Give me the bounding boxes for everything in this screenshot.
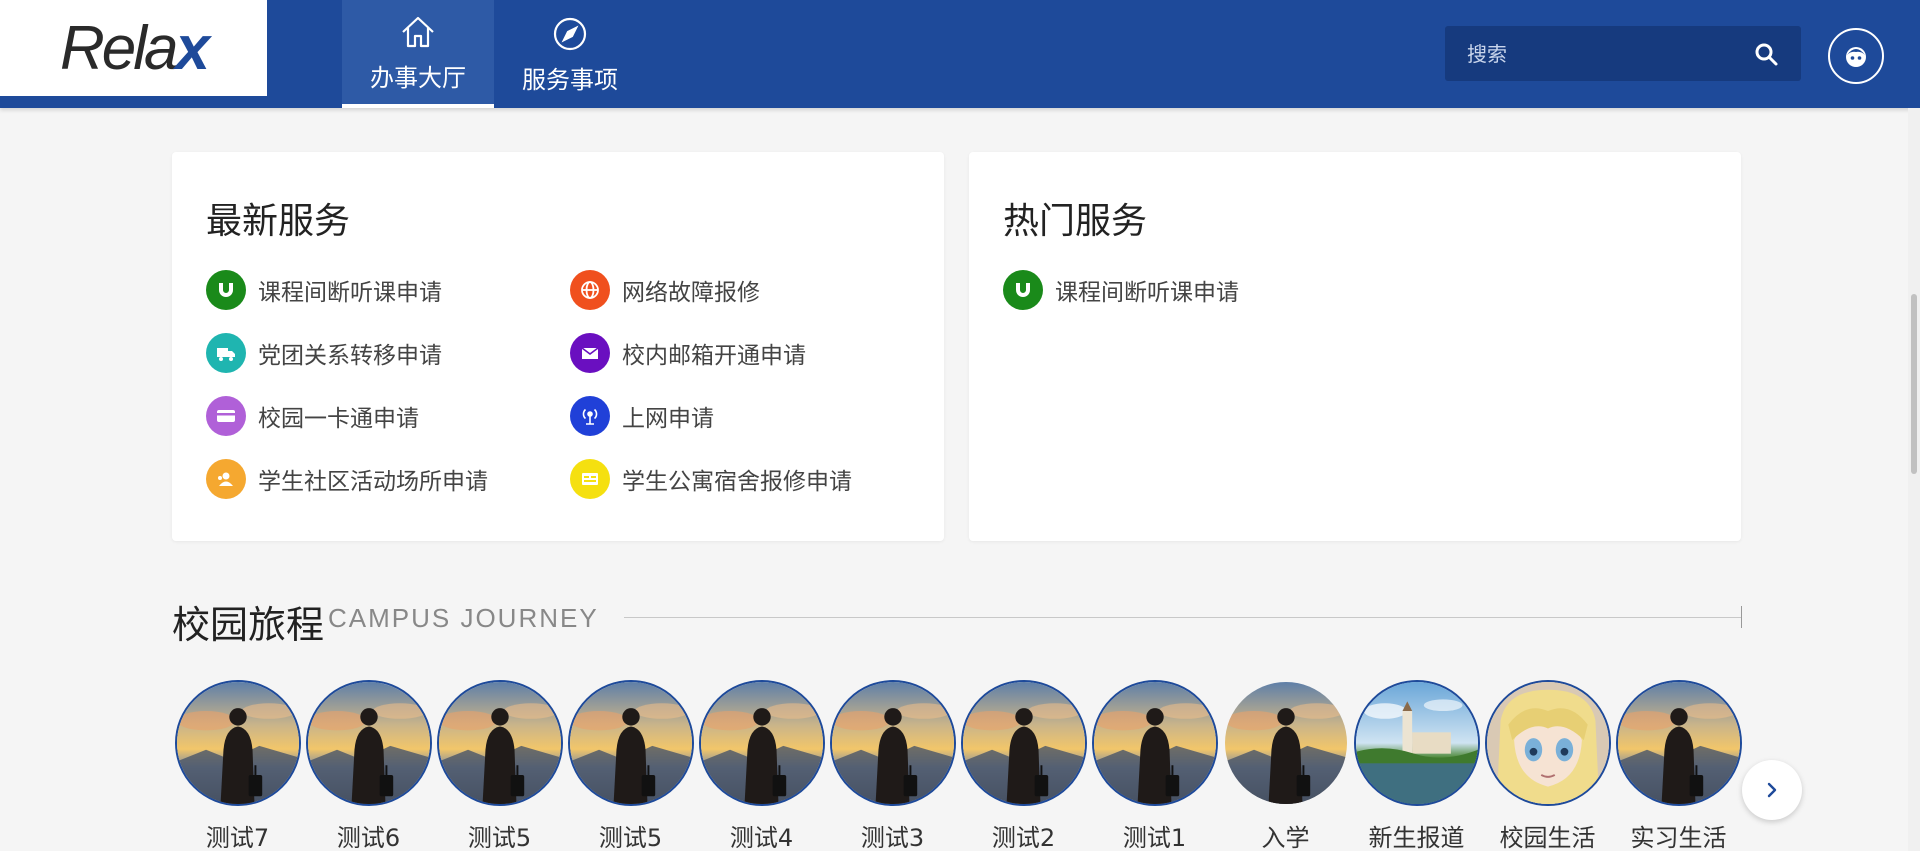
journey-item[interactable]: 新生报道 xyxy=(1351,680,1482,851)
globe-icon xyxy=(570,270,610,310)
journey-thumbnail xyxy=(1091,680,1218,806)
hot-services-card: 热门服务 课程间断听课申请 xyxy=(969,152,1741,541)
journey-label: 实习生活 xyxy=(1630,824,1727,851)
journey-thumbnail xyxy=(436,680,563,806)
wifi-tower-icon xyxy=(570,396,610,436)
journey-label: 测试7 xyxy=(205,824,270,851)
service-label: 校园一卡通申请 xyxy=(258,406,419,432)
service-item[interactable]: 课程间断听课申请 xyxy=(206,270,570,310)
truck-icon xyxy=(206,333,246,373)
service-label: 校内邮箱开通申请 xyxy=(622,343,806,369)
avatar-icon xyxy=(1846,47,1866,67)
nav-label: 服务事项 xyxy=(522,65,618,94)
journey-thumbnail xyxy=(305,680,432,806)
service-label: 课程间断听课申请 xyxy=(1055,280,1239,306)
journey-label: 测试6 xyxy=(336,824,401,851)
journey-label: 测试3 xyxy=(860,824,925,851)
journey-thumbnail xyxy=(567,680,694,806)
magnet-icon xyxy=(1003,270,1043,310)
service-item[interactable]: 学生社区活动场所申请 xyxy=(206,459,570,499)
service-label: 上网申请 xyxy=(622,406,714,432)
journey-thumbnail xyxy=(1615,680,1742,806)
service-label: 学生社区活动场所申请 xyxy=(258,469,488,495)
search-input[interactable] xyxy=(1467,41,1753,66)
service-label: 网络故障报修 xyxy=(622,280,760,306)
journey-item[interactable]: 测试6 xyxy=(303,680,434,851)
card-title: 最新服务 xyxy=(206,201,351,242)
journey-item[interactable]: 实习生活 xyxy=(1613,680,1744,851)
service-list: 课程间断听课申请 xyxy=(1003,270,1731,310)
service-label: 课程间断听课申请 xyxy=(258,280,442,306)
journey-carousel: 测试7 测试6 测试5 测试5 测试4 测试3 测试2 测试1 入学 新生报道 … xyxy=(172,680,1744,851)
journey-label: 测试5 xyxy=(467,824,532,851)
journey-thumbnail xyxy=(1353,680,1480,806)
journey-item[interactable]: 测试4 xyxy=(696,680,827,851)
journey-thumbnail xyxy=(698,680,825,806)
nav-label: 办事大厅 xyxy=(370,63,466,92)
journey-item[interactable]: 测试3 xyxy=(827,680,958,851)
service-list: 课程间断听课申请 网络故障报修 党团关系转移申请 校内邮箱开通申请 校园一卡通申 xyxy=(206,270,934,499)
nav-item-service-items[interactable]: 服务事项 xyxy=(494,0,646,108)
people-icon xyxy=(206,459,246,499)
service-item[interactable]: 校园一卡通申请 xyxy=(206,396,570,436)
journey-item[interactable]: 测试2 xyxy=(958,680,1089,851)
divider-end xyxy=(1741,606,1742,628)
top-header: Relax 办事大厅 服务事项 xyxy=(0,0,1920,108)
logo[interactable]: Relax xyxy=(0,0,267,96)
home-icon xyxy=(402,16,434,47)
scrollbar-thumb[interactable] xyxy=(1911,294,1917,474)
journey-label: 测试2 xyxy=(991,824,1056,851)
section-title: 校园旅程 xyxy=(172,603,325,647)
main-nav: 办事大厅 服务事项 xyxy=(342,0,646,108)
search-icon[interactable] xyxy=(1753,41,1779,67)
carousel-next-button[interactable] xyxy=(1742,760,1802,820)
journey-thumbnail xyxy=(1223,680,1349,806)
service-item[interactable]: 网络故障报修 xyxy=(570,270,934,310)
journey-item[interactable]: 测试5 xyxy=(565,680,696,851)
latest-services-card: 最新服务 课程间断听课申请 网络故障报修 党团关系转移申请 校内邮箱开通申请 校… xyxy=(172,152,944,541)
card-icon xyxy=(206,396,246,436)
divider xyxy=(624,617,1742,618)
journey-label: 测试4 xyxy=(729,824,794,851)
magnet-icon xyxy=(206,270,246,310)
journey-item[interactable]: 测试1 xyxy=(1089,680,1220,851)
section-subtitle: CAMPUS JOURNEY xyxy=(328,603,599,633)
service-item[interactable]: 课程间断听课申请 xyxy=(1003,270,1367,310)
journey-thumbnail xyxy=(174,680,301,806)
nav-item-service-hall[interactable]: 办事大厅 xyxy=(342,0,494,108)
journey-item[interactable]: 入学 xyxy=(1220,680,1351,851)
search-bar xyxy=(1445,26,1801,81)
compass-icon xyxy=(553,17,587,50)
service-item[interactable]: 上网申请 xyxy=(570,396,934,436)
journey-item[interactable]: 校园生活 xyxy=(1482,680,1613,851)
journey-thumbnail xyxy=(1484,680,1611,806)
service-label: 党团关系转移申请 xyxy=(258,343,442,369)
service-item[interactable]: 校内邮箱开通申请 xyxy=(570,333,934,373)
chevron-right-icon xyxy=(1767,782,1777,798)
journey-label: 校园生活 xyxy=(1499,824,1596,851)
journey-item[interactable]: 测试7 xyxy=(172,680,303,851)
journey-thumbnail xyxy=(960,680,1087,806)
service-item[interactable]: 学生公寓宿舍报修申请 xyxy=(570,459,934,499)
page-scrollbar[interactable] xyxy=(1908,108,1920,851)
journey-label: 入学 xyxy=(1261,824,1310,851)
logo-text: Relax xyxy=(60,13,210,83)
dorm-icon xyxy=(570,459,610,499)
journey-item[interactable]: 测试5 xyxy=(434,680,565,851)
journey-thumbnail xyxy=(829,680,956,806)
journey-label: 新生报道 xyxy=(1368,824,1465,851)
user-avatar-button[interactable] xyxy=(1828,28,1884,84)
journey-label: 测试5 xyxy=(598,824,663,851)
card-title: 热门服务 xyxy=(1003,201,1148,242)
service-item[interactable]: 党团关系转移申请 xyxy=(206,333,570,373)
service-label: 学生公寓宿舍报修申请 xyxy=(622,469,852,495)
mail-icon xyxy=(570,333,610,373)
journey-label: 测试1 xyxy=(1122,824,1187,851)
